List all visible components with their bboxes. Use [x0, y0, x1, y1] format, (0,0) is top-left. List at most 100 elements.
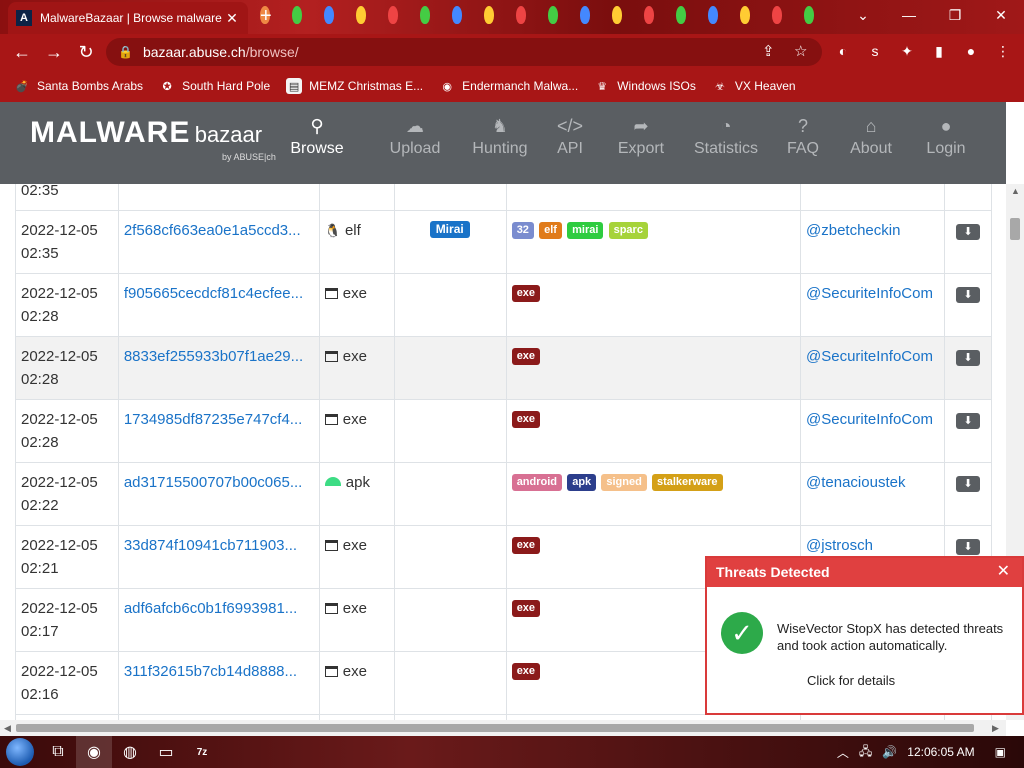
- row-tags: exe: [505, 336, 802, 400]
- browser-tab-active[interactable]: A MalwareBazaar | Browse malware ✕: [8, 2, 248, 34]
- reload-icon[interactable]: ↻: [70, 36, 102, 68]
- tag-badge[interactable]: exe: [511, 411, 541, 428]
- row-reporter-link[interactable]: @SecuriteInfoCom: [800, 399, 945, 463]
- bookmark-1[interactable]: ✪ South Hard Pole: [159, 78, 270, 94]
- tag-badge[interactable]: elf: [539, 222, 562, 239]
- bookmark-3[interactable]: ◉ Endermanch Malwa...: [439, 78, 578, 94]
- site-header: MALWARE bazaar by ABUSE|ch ⚲ Browse ☁ Uplo…: [0, 102, 1006, 184]
- row-hash-link[interactable]: 8833ef255933b07f1ae29...: [117, 336, 320, 400]
- row-reporter-link[interactable]: @tenacioustek: [800, 462, 945, 526]
- tag-badge[interactable]: exe: [511, 600, 541, 617]
- tab-close-icon[interactable]: ✕: [224, 10, 240, 27]
- new-tab-icon[interactable]: +: [260, 5, 272, 28]
- tag-badge[interactable]: android: [511, 474, 563, 491]
- scroll-left-icon[interactable]: ◀: [4, 723, 11, 734]
- clock[interactable]: 12:06:05 AM: [907, 745, 974, 759]
- threats-detected-toast[interactable]: Threats Detected ✕ ✓ WiseVector StopX ha…: [705, 556, 1024, 715]
- nav-faq[interactable]: ? FAQ: [780, 116, 826, 158]
- side-panel-icon[interactable]: ▮: [928, 40, 950, 62]
- forward-icon[interactable]: →: [38, 36, 70, 68]
- firefox-taskbar-icon[interactable]: ◍: [112, 736, 148, 768]
- cloud-download-icon[interactable]: ⬇: [955, 476, 980, 492]
- table-row: 2022-12-05 02:28 8833ef255933b07f1ae29... e…: [15, 336, 993, 400]
- task-view-icon[interactable]: ⧉: [40, 736, 76, 768]
- row-file-type: exe: [318, 651, 395, 715]
- network-icon[interactable]: 🖧: [859, 742, 872, 763]
- row-datetime: 2022-12-05 02:16: [15, 651, 119, 715]
- nav-statistics[interactable]: ◔ Statistics: [672, 116, 780, 158]
- cloud-download-icon[interactable]: ⬇: [955, 350, 980, 366]
- tag-badge[interactable]: exe: [511, 663, 541, 680]
- malwarebazaar-logo[interactable]: MALWARE bazaar by ABUSE|ch: [30, 116, 276, 162]
- window-close-icon[interactable]: ✕: [978, 0, 1024, 30]
- chrome-taskbar-icon[interactable]: ◉: [76, 736, 112, 768]
- back-icon[interactable]: ←: [6, 36, 38, 68]
- scroll-up-icon[interactable]: ▲: [1011, 186, 1020, 196]
- tag-badge[interactable]: exe: [511, 537, 541, 554]
- nav-login[interactable]: ● Login: [916, 116, 976, 158]
- tag-badge[interactable]: sparc: [608, 222, 648, 239]
- cloud-download-icon[interactable]: ⬇: [955, 539, 980, 555]
- extension-flag-icon[interactable]: ◐: [832, 40, 854, 62]
- horizontal-scrollbar[interactable]: ◀ ▶: [0, 720, 1006, 736]
- row-hash-link[interactable]: ad31715500707b00c065...: [117, 462, 320, 526]
- nav-browse[interactable]: ⚲ Browse: [284, 116, 350, 158]
- nav-export[interactable]: ➦ Export: [610, 116, 672, 158]
- vertical-scroll-thumb[interactable]: [1010, 218, 1020, 240]
- toast-details-link[interactable]: Click for details: [807, 673, 895, 688]
- row-datetime: 2022-12-05 02:28: [15, 336, 119, 400]
- 7zip-taskbar-icon[interactable]: 7z: [184, 736, 220, 768]
- address-bar[interactable]: 🔒 bazaar.abuse.ch/browse/: [106, 38, 822, 66]
- pie-chart-icon: ◔: [720, 116, 732, 136]
- row-hash-link[interactable]: f905665cecdcf81c4ecfee...: [117, 273, 320, 337]
- volume-icon[interactable]: 🔊: [882, 745, 897, 759]
- row-hash-link[interactable]: 311f32615b7cb14d8888...: [117, 651, 320, 715]
- scroll-right-icon[interactable]: ▶: [992, 723, 999, 734]
- restore-icon[interactable]: ❐: [932, 0, 978, 30]
- window-file-icon: [324, 288, 338, 299]
- file-explorer-icon[interactable]: ▭: [148, 736, 184, 768]
- nav-hunting[interactable]: ♞ Hunting: [470, 116, 530, 158]
- horizontal-scroll-thumb[interactable]: [16, 724, 974, 732]
- table-row: 2022-12-05 02:22 ad31715500707b00c065... ap…: [15, 462, 993, 526]
- extensions-puzzle-icon[interactable]: ✦: [896, 40, 918, 62]
- row-hash-link[interactable]: 2f568cf663ea0e1a5ccd3...: [117, 210, 320, 274]
- tag-badge[interactable]: apk: [567, 474, 597, 491]
- christmas-lights-decoration: [250, 0, 864, 30]
- notifications-icon[interactable]: ▣: [995, 745, 1006, 759]
- profile-avatar-icon[interactable]: ●: [960, 40, 982, 62]
- row-hash-link[interactable]: 33d874f10941cb711903...: [117, 525, 320, 589]
- tag-badge[interactable]: stalkerware: [651, 474, 723, 491]
- browser-menu-icon[interactable]: ⋮: [992, 40, 1014, 62]
- bookmark-5[interactable]: ☣ VX Heaven: [712, 78, 796, 94]
- bookmark-0[interactable]: 💣 Santa Bombs Arabs: [14, 78, 143, 94]
- row-hash-link[interactable]: 1734985df87235e747cf4...: [117, 399, 320, 463]
- cloud-download-icon[interactable]: ⬇: [955, 224, 980, 240]
- tag-badge[interactable]: signed: [601, 474, 647, 491]
- share-icon[interactable]: ⇪: [762, 42, 775, 60]
- tab-search-chevron-icon[interactable]: ⌄: [840, 0, 886, 30]
- tag-badge[interactable]: exe: [511, 348, 541, 365]
- bookmark-star-icon[interactable]: ☆: [794, 42, 807, 60]
- tag-badge[interactable]: 32: [511, 222, 534, 239]
- minimize-icon[interactable]: —: [886, 0, 932, 30]
- nav-about[interactable]: ⌂ About: [826, 116, 916, 158]
- row-reporter-link[interactable]: @zbetcheckin: [800, 210, 945, 274]
- nav-api[interactable]: </> API: [530, 116, 610, 158]
- bookmark-2[interactable]: ▤ MEMZ Christmas E...: [286, 78, 423, 94]
- row-reporter-link[interactable]: @SecuriteInfoCom: [800, 273, 945, 337]
- cloud-download-icon[interactable]: ⬇: [955, 413, 980, 429]
- bookmark-4[interactable]: ♛ Windows ISOs: [594, 78, 696, 94]
- signature-badge[interactable]: Mirai: [429, 221, 470, 238]
- tag-badge[interactable]: mirai: [567, 222, 604, 239]
- row-download: ⬇: [943, 462, 993, 526]
- extension-s-icon[interactable]: s: [864, 40, 886, 62]
- tray-chevron-icon[interactable]: ︿: [837, 744, 849, 761]
- toast-close-icon[interactable]: ✕: [997, 561, 1010, 581]
- cloud-download-icon[interactable]: ⬇: [955, 287, 980, 303]
- tag-badge[interactable]: exe: [511, 285, 541, 302]
- row-reporter-link[interactable]: @SecuriteInfoCom: [800, 336, 945, 400]
- nav-upload[interactable]: ☁ Upload: [360, 116, 470, 158]
- start-button[interactable]: [0, 736, 40, 768]
- row-hash-link[interactable]: adf6afcb6c0b1f6993981...: [117, 588, 320, 652]
